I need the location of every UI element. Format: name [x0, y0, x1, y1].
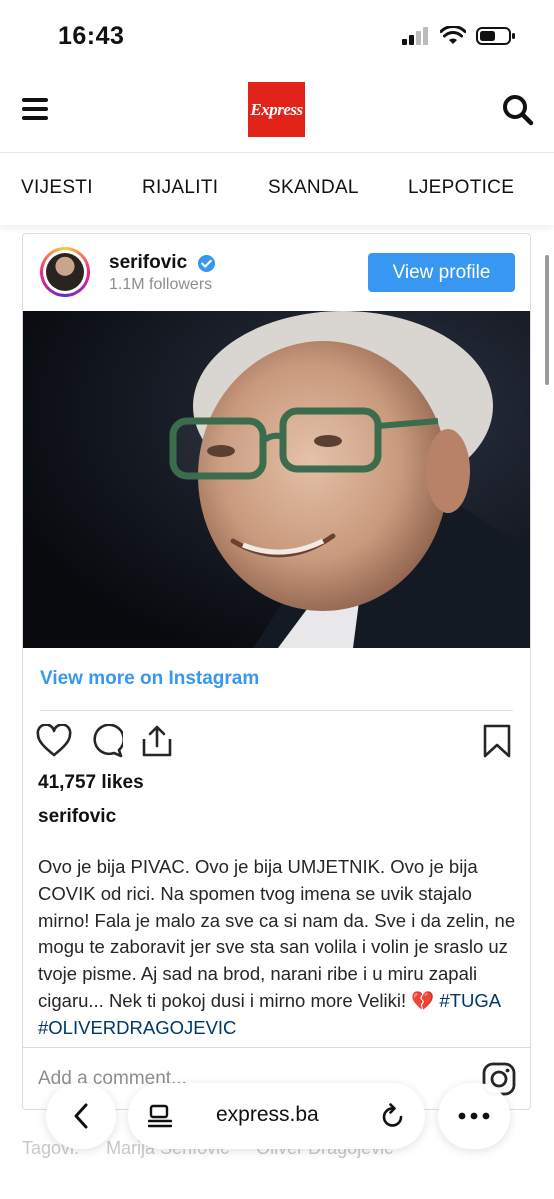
view-profile-button[interactable]: View profile	[368, 253, 515, 292]
signal-icon	[402, 27, 428, 45]
reader-icon[interactable]	[148, 1104, 174, 1128]
back-button[interactable]	[46, 1083, 116, 1149]
url-text[interactable]: express.ba	[216, 1103, 319, 1127]
like-heart-icon[interactable]	[36, 724, 72, 758]
nav-item-rijaliti[interactable]: RIJALITI	[142, 177, 218, 199]
verified-icon	[197, 254, 216, 273]
category-nav: VIJESTI RIJALITI SKANDAL LJEPOTICE	[0, 153, 554, 225]
site-header: Express	[0, 70, 554, 153]
menu-icon[interactable]	[22, 98, 48, 120]
wifi-icon	[440, 26, 466, 44]
search-icon[interactable]	[502, 94, 534, 126]
chevron-left-icon	[74, 1103, 88, 1129]
more-options-button[interactable]	[438, 1083, 510, 1149]
site-logo[interactable]: Express	[248, 82, 305, 137]
caption-text: Ovo je bija PIVAC. Ovo je bija UMJETNIK.…	[38, 856, 516, 1011]
post-caption: Ovo je bija PIVAC. Ovo je bija UMJETNIK.…	[38, 854, 518, 1042]
reload-icon[interactable]	[381, 1103, 405, 1129]
nav-item-skandal[interactable]: SKANDAL	[268, 177, 359, 199]
battery-icon	[476, 27, 515, 45]
view-more-on-instagram-link[interactable]: View more on Instagram	[40, 668, 259, 690]
status-time: 16:43	[58, 22, 125, 50]
caption-username[interactable]: serifovic	[38, 806, 116, 828]
nav-item-ljepotice[interactable]: LJEPOTICE	[408, 177, 514, 199]
share-icon[interactable]	[140, 724, 174, 758]
bookmark-icon[interactable]	[483, 724, 511, 758]
page-scrollbar[interactable]	[545, 255, 549, 385]
address-bar[interactable]: express.ba	[128, 1083, 425, 1149]
divider	[40, 710, 513, 711]
embed-username[interactable]: serifovic	[109, 252, 187, 274]
like-count[interactable]: 41,757 likes	[38, 772, 144, 794]
status-icons	[402, 26, 516, 46]
follower-count: 1.1M followers	[109, 276, 213, 293]
nav-item-vijesti[interactable]: VIJESTI	[21, 177, 93, 199]
status-bar: 16:43	[0, 0, 554, 70]
broken-heart-emoji: 💔	[411, 989, 435, 1011]
comment-icon[interactable]	[89, 724, 123, 758]
post-photo[interactable]	[23, 311, 530, 648]
instagram-embed: serifovic 1.1M followers View profile Vi…	[22, 233, 531, 1110]
avatar[interactable]	[40, 247, 90, 297]
ellipsis-icon	[458, 1112, 490, 1120]
browser-toolbar: express.ba	[46, 1083, 510, 1149]
